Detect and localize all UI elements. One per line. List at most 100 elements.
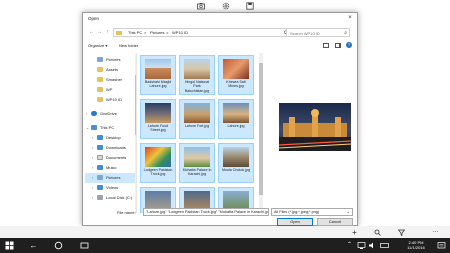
nav-item-label: Music bbox=[106, 165, 117, 170]
video-icon bbox=[97, 185, 103, 190]
cancel-button[interactable]: Cancel bbox=[317, 218, 353, 226]
file-tile[interactable]: Hingol National Park Baluchistan.jpg bbox=[179, 55, 215, 95]
expand-chevron-icon[interactable]: › bbox=[92, 135, 93, 140]
file-name: Lodgeen Pakistan Truck.jpg bbox=[143, 168, 173, 177]
file-thumbnail bbox=[184, 147, 210, 167]
nav-item-documents[interactable]: › Documents bbox=[85, 153, 135, 163]
file-tile[interactable]: Badshahi Masjid Lahore.jpg bbox=[140, 55, 176, 95]
view-options-icon[interactable] bbox=[323, 43, 329, 48]
help-icon[interactable]: ? bbox=[346, 42, 352, 48]
file-tile[interactable]: Lahore.jpg bbox=[218, 99, 254, 139]
command-toolbar: Organize ▾ New folder ? bbox=[83, 41, 357, 51]
expand-chevron-icon[interactable]: › bbox=[92, 185, 93, 190]
expand-chevron-icon[interactable]: › bbox=[92, 165, 93, 170]
navigation-scrollbar[interactable] bbox=[135, 53, 136, 213]
nav-item-label: Downloads bbox=[106, 145, 126, 150]
collapse-chevron-icon[interactable]: ⌄ bbox=[86, 125, 89, 130]
pictures-folder-icon bbox=[97, 57, 103, 62]
new-folder-button[interactable]: New folder bbox=[119, 43, 138, 48]
network-icon[interactable] bbox=[357, 241, 366, 250]
breadcrumb-pictures[interactable]: Pictures bbox=[150, 30, 164, 36]
more-options-icon[interactable]: … bbox=[432, 228, 439, 236]
file-tile[interactable]: Moola Chotok.jpg bbox=[218, 143, 254, 183]
up-button[interactable]: ↑ bbox=[104, 28, 111, 36]
nav-item-onedrive[interactable]: › OneDrive bbox=[85, 109, 135, 119]
file-tile[interactable]: Lahore Fort.jpg bbox=[179, 99, 215, 139]
expand-chevron-icon[interactable]: › bbox=[92, 195, 93, 200]
system-clock[interactable]: 2:40 PM 11/1/2016 bbox=[402, 240, 430, 250]
folder-icon bbox=[97, 87, 103, 92]
breadcrumb-this-pc[interactable]: This PC bbox=[128, 30, 142, 36]
filter-icon[interactable] bbox=[397, 229, 406, 237]
organize-button[interactable]: Organize ▾ bbox=[88, 43, 107, 48]
app-top-bar bbox=[0, 0, 450, 12]
nav-item-label: Local Disk (C:) bbox=[106, 195, 133, 200]
expand-chevron-icon[interactable]: › bbox=[92, 155, 93, 160]
nav-item-label: Assets bbox=[106, 67, 119, 72]
file-thumbnail bbox=[184, 103, 210, 123]
preview-image bbox=[278, 103, 352, 151]
dialog-title: Open bbox=[88, 16, 100, 21]
file-tile[interactable]: Lodgeen Pakistan Truck.jpg bbox=[140, 143, 176, 183]
nav-item-label: Smasher bbox=[106, 77, 123, 82]
add-icon[interactable]: + bbox=[351, 229, 358, 237]
windows-start-icon[interactable] bbox=[5, 241, 14, 250]
nav-item-desktop[interactable]: › Desktop bbox=[85, 133, 135, 143]
preview-pane-icon[interactable] bbox=[335, 43, 341, 48]
action-center-icon[interactable] bbox=[437, 241, 446, 250]
breadcrumb-separator: > bbox=[144, 30, 147, 35]
open-file-dialog: Open × ← → ↑ This PC > Pictures > WP10 I… bbox=[82, 12, 358, 226]
file-type-value: All Files (*.jpg;*.jpeg;*.png) bbox=[274, 210, 320, 214]
nav-item-pictures-quick[interactable]: Pictures bbox=[85, 55, 135, 65]
expand-chevron-icon[interactable]: › bbox=[92, 175, 93, 180]
file-name: Badshahi Masjid Lahore.jpg bbox=[144, 80, 172, 89]
back-button[interactable]: ← bbox=[88, 28, 95, 36]
camera-icon[interactable] bbox=[197, 2, 205, 10]
dialog-titlebar[interactable]: Open × bbox=[83, 13, 357, 23]
nav-item-downloads[interactable]: › Downloads bbox=[85, 143, 135, 153]
navigation-scroll-thumb[interactable] bbox=[135, 75, 136, 135]
file-list-scrollbar[interactable] bbox=[259, 53, 263, 213]
file-tile[interactable]: Mohatta Palace in Karachi.jpg bbox=[179, 143, 215, 183]
breadcrumb-wp10-id[interactable]: WP10 ID bbox=[172, 30, 188, 36]
file-tile[interactable]: Khewra Salt Mines.jpg bbox=[218, 55, 254, 95]
search-icon[interactable] bbox=[374, 229, 381, 236]
nav-item-this-pc[interactable]: ⌄ This PC bbox=[85, 123, 135, 133]
file-name: Lahore.jpg bbox=[227, 124, 245, 128]
forward-button[interactable]: → bbox=[96, 28, 103, 36]
nav-item-label: Pictures bbox=[106, 175, 121, 180]
nav-item-local-disk[interactable]: › Local Disk (C:) bbox=[85, 193, 135, 203]
volume-icon[interactable] bbox=[368, 241, 377, 250]
task-view-icon[interactable] bbox=[80, 241, 89, 250]
nav-item-videos[interactable]: › Videos bbox=[85, 183, 135, 193]
open-button[interactable]: Open bbox=[277, 218, 313, 226]
file-type-select[interactable]: All Files (*.jpg;*.jpeg;*.png) ⌄ bbox=[271, 208, 353, 216]
back-arrow-icon[interactable]: ← bbox=[29, 241, 38, 250]
nav-item-label: Pictures bbox=[106, 57, 121, 62]
pictures-folder-icon bbox=[97, 175, 103, 180]
address-bar[interactable]: This PC > Pictures > WP10 ID ⟳ bbox=[113, 28, 291, 37]
nav-item-label: OneDrive bbox=[100, 111, 117, 116]
keyboard-icon[interactable] bbox=[380, 241, 389, 250]
expand-chevron-icon[interactable]: › bbox=[86, 111, 87, 116]
search-box[interactable]: Search WP10 ID ⌕ bbox=[286, 28, 350, 37]
nav-item-wp10-id[interactable]: WP10 ID bbox=[85, 95, 135, 105]
chevron-up-icon[interactable]: ⌃ bbox=[345, 241, 354, 250]
cortana-circle-icon[interactable] bbox=[54, 241, 63, 250]
file-tile[interactable]: Lahore Food Street.jpg bbox=[140, 99, 176, 139]
file-name: Lahore Fort.jpg bbox=[184, 124, 210, 128]
nav-item-music[interactable]: › Music bbox=[85, 163, 135, 173]
drive-icon bbox=[97, 195, 103, 200]
nav-item-label: Desktop bbox=[106, 135, 121, 140]
settings-gear-icon[interactable] bbox=[222, 2, 230, 10]
dialog-footer: File name: "Lahore.jpg" "Lodgeen Pakista… bbox=[83, 208, 357, 226]
file-name-input[interactable]: "Lahore.jpg" "Lodgeen Pakistan Truck.jpg… bbox=[143, 208, 269, 216]
close-button[interactable]: × bbox=[345, 14, 355, 22]
nav-item-assets[interactable]: Assets bbox=[85, 65, 135, 75]
nav-item-pictures[interactable]: › Pictures bbox=[85, 173, 135, 183]
file-list-scroll-thumb[interactable] bbox=[259, 63, 263, 195]
expand-chevron-icon[interactable]: › bbox=[92, 145, 93, 150]
nav-item-wp[interactable]: WP bbox=[85, 85, 135, 95]
save-icon[interactable] bbox=[246, 2, 254, 10]
nav-item-smasher[interactable]: Smasher bbox=[85, 75, 135, 85]
